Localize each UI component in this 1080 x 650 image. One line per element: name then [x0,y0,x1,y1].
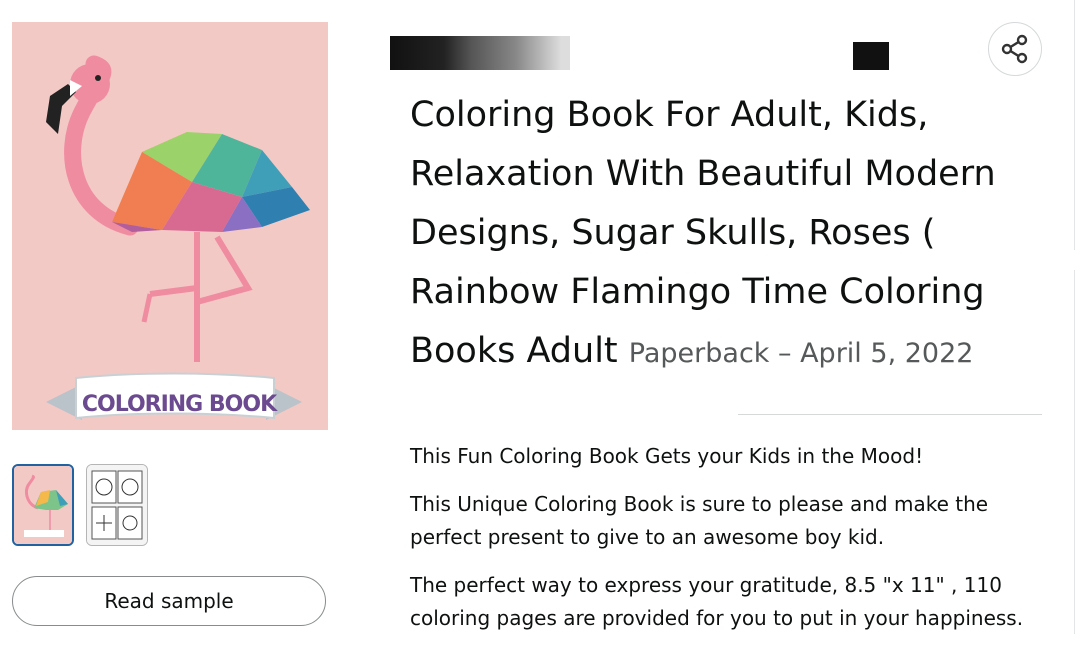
cover-image[interactable] [12,22,328,430]
product-description: This Fun Coloring Book Gets your Kids in… [410,440,1060,650]
product-title: Coloring Book For Adult, Kids, Relaxatio… [410,95,996,371]
cover-thumbnail[interactable] [12,464,74,546]
description-paragraph: The perfect way to express your gratitud… [410,573,1024,630]
read-sample-button[interactable]: Read sample [12,576,326,626]
share-button[interactable] [988,22,1042,76]
share-icon [1001,34,1028,64]
thumbnail-strip [12,464,148,546]
cover-banner-text: COLORING BOOK [81,391,277,417]
edge-divider [1074,270,1075,634]
product-title-block: Coloring Book For Adult, Kids, Relaxatio… [410,86,1050,383]
redacted-author [390,36,570,70]
description-paragraph: This Fun Coloring Book Gets your Kids in… [410,444,924,468]
redacted-mark [853,42,889,70]
interior-pages-thumbnail[interactable] [86,464,148,546]
section-divider [738,414,1042,415]
edge-divider [1074,0,1075,250]
description-paragraph: This Unique Coloring Book is sure to ple… [410,492,989,549]
product-format: Paperback – April 5, 2022 [628,338,974,369]
